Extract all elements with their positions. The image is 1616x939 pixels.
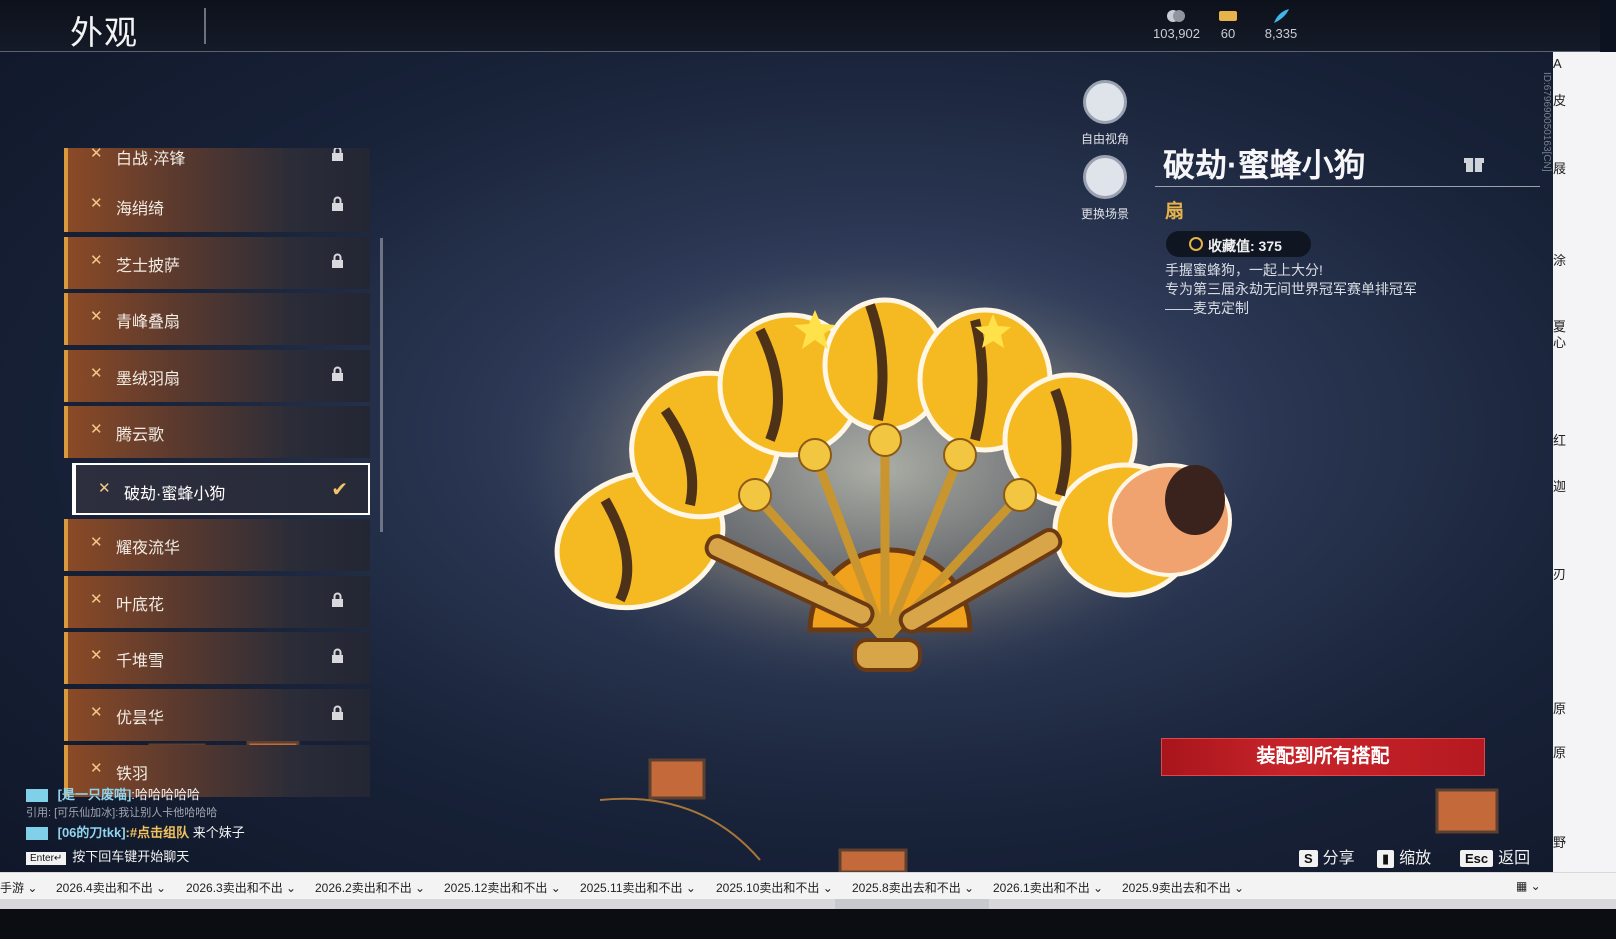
fan-icon: ✕ <box>90 308 103 325</box>
list-item[interactable]: ✕ 叶底花 <box>64 576 370 628</box>
grid-icon[interactable]: ▦ ⌄ <box>1516 879 1541 893</box>
bookmark-folder[interactable]: 2025.10卖出和不出 ⌄ <box>716 879 833 896</box>
back-hint[interactable]: Esc 返回 <box>1460 844 1530 868</box>
fan-icon: ✕ <box>90 591 103 608</box>
list-item-selected[interactable]: ✕ 破劫·蜜蜂小狗 ✔ <box>72 463 370 515</box>
chat-input-hint[interactable]: Enter↵ 按下回车键开始聊天 <box>26 846 189 865</box>
list-item[interactable]: ✕ 墨绒羽扇 <box>64 350 370 402</box>
currency-coins: 103,902 <box>1153 8 1200 41</box>
scene-icon <box>1083 155 1127 199</box>
list-item[interactable]: ✕ 青峰叠扇 <box>64 293 370 345</box>
list-item[interactable]: ✕ 海绡绮 <box>64 180 370 232</box>
fan-icon: ✕ <box>90 252 103 269</box>
fan-icon: ✕ <box>90 421 103 438</box>
taskbar-active-item[interactable] <box>835 899 989 909</box>
fan-icon: ✕ <box>90 195 103 212</box>
side-text: 红 <box>1553 433 1567 448</box>
ticket-icon <box>1219 11 1237 21</box>
description-line: 专为第三届永劫无间世界冠军赛单排冠军 <box>1165 281 1417 297</box>
bookmark-folder[interactable]: 2025.11卖出和不出 ⌄ <box>580 879 696 896</box>
side-text: 涂 <box>1553 253 1567 268</box>
side-text: 迦 <box>1553 479 1567 494</box>
mouse-icon: ▮ <box>1377 850 1395 868</box>
currency-tickets: 60 <box>1216 8 1240 41</box>
bookmark-folder[interactable]: 2026.1卖出和不出 ⌄ <box>993 879 1103 896</box>
name-divider <box>1155 186 1540 187</box>
fan-icon: ✕ <box>90 647 103 664</box>
fan-icon: ✕ <box>90 148 103 162</box>
taskbar-edge <box>0 899 1616 909</box>
esc-key-icon: Esc <box>1460 850 1494 867</box>
zoom-hint[interactable]: ▮ 缩放 <box>1377 844 1431 868</box>
enter-key-icon: Enter↵ <box>26 852 67 865</box>
camera-icon <box>1083 80 1127 124</box>
lock-icon <box>332 648 343 663</box>
page-title: 外观 <box>70 14 138 51</box>
feather-icon <box>1274 9 1289 23</box>
list-item[interactable]: ✕ 耀夜流华 <box>64 519 370 571</box>
s-key-icon: S <box>1299 850 1318 867</box>
lock-icon <box>332 366 343 381</box>
side-text: 野 <box>1553 835 1567 850</box>
taskbar <box>0 899 1616 939</box>
list-item[interactable]: ✕ 腾云歌 <box>64 406 370 458</box>
top-bar: 外观 103,902 60 8,335 <box>0 0 1600 52</box>
side-text: 心 <box>1553 335 1567 350</box>
list-item[interactable]: ✕ 白战·淬锋 <box>64 148 370 182</box>
bookmark-folder[interactable]: 2025.9卖出去和不出 ⌄ <box>1122 879 1244 896</box>
collect-icon <box>1189 237 1203 251</box>
fan-icon: ✕ <box>90 534 103 551</box>
check-icon: ✔ <box>331 479 348 501</box>
bookmark-folder[interactable]: 2026.3卖出和不出 ⌄ <box>186 879 296 896</box>
list-scrollbar[interactable] <box>380 238 383 532</box>
collect-value-badge: 收藏值: 375 <box>1166 231 1311 257</box>
side-text: 屐 <box>1553 161 1567 176</box>
lock-icon <box>332 253 343 268</box>
item-name: 破劫·蜜蜂小狗 <box>1163 147 1366 183</box>
change-scene-button[interactable]: 更换场景 <box>1070 155 1140 222</box>
skin-list[interactable]: ✕ 白战·淬锋 ✕ 海绡绮 ✕ 芝士披萨 ✕ 青峰叠扇 ✕ 墨绒羽扇 ✕ 腾云歌 <box>64 148 374 798</box>
fan-icon: ✕ <box>90 365 103 382</box>
chat-channel-icon <box>26 827 48 841</box>
bookmark-folder[interactable]: 2026.2卖出和不出 ⌄ <box>315 879 425 896</box>
equip-all-button[interactable]: 装配到所有搭配 <box>1161 738 1485 776</box>
lock-icon <box>332 592 343 607</box>
side-text: A <box>1553 56 1562 71</box>
free-view-button[interactable]: 自由视角 <box>1070 80 1140 147</box>
chat-message: [06的刀tkk]:#点击组队 来个妹子 <box>26 822 245 841</box>
bookmarks-bar: 手游 ⌄ 2026.4卖出和不出 ⌄ 2026.3卖出和不出 ⌄ 2026.2卖… <box>0 872 1616 899</box>
list-item[interactable]: ✕ 千堆雪 <box>64 632 370 684</box>
side-text: 原 <box>1553 745 1567 760</box>
side-text: 刃 <box>1553 567 1567 582</box>
lock-icon <box>332 148 343 161</box>
fan-icon: ✕ <box>98 480 111 497</box>
side-text: 原 <box>1553 701 1567 716</box>
bookmark-folder[interactable]: 手游 ⌄ <box>0 879 37 896</box>
chat-message: [是一只废喵]:哈哈哈哈哈 <box>26 784 200 803</box>
chat-quote: 引用: [可乐仙加冰]:我让别人卡他哈哈哈 <box>26 807 218 819</box>
description-line: 手握蜜蜂狗，一起上大分! <box>1165 262 1323 278</box>
item-type: 扇 <box>1165 201 1185 222</box>
game-scene: 外观 103,902 60 8,335 ✕ 白战·淬锋 ✕ 海绡绮 ✕ 芝士披萨 <box>0 0 1600 900</box>
share-hint[interactable]: S 分享 <box>1299 844 1355 868</box>
fan-icon: ✕ <box>90 760 103 777</box>
description-line: ——麦克定制 <box>1165 300 1249 316</box>
bookmark-folder[interactable]: 2025.8卖出去和不出 ⌄ <box>852 879 974 896</box>
chat-channel-icon <box>26 789 48 803</box>
coin-icon <box>1167 10 1185 22</box>
bookmark-folder[interactable]: 2025.12卖出和不出 ⌄ <box>444 879 561 896</box>
side-text: 皮 <box>1553 93 1567 108</box>
currency-feathers: 8,335 <box>1264 8 1298 41</box>
gift-icon[interactable] <box>1462 150 1486 174</box>
lock-icon <box>332 196 343 211</box>
list-item[interactable]: ✕ 芝士披萨 <box>64 237 370 289</box>
lock-icon <box>332 705 343 720</box>
fan-icon: ✕ <box>90 704 103 721</box>
player-id: ID:67969005016​3[CN] <box>1541 72 1552 172</box>
list-item[interactable]: ✕ 优昙华 <box>64 689 370 741</box>
title-divider <box>204 8 206 44</box>
bookmark-folder[interactable]: 2026.4卖出和不出 ⌄ <box>56 879 166 896</box>
